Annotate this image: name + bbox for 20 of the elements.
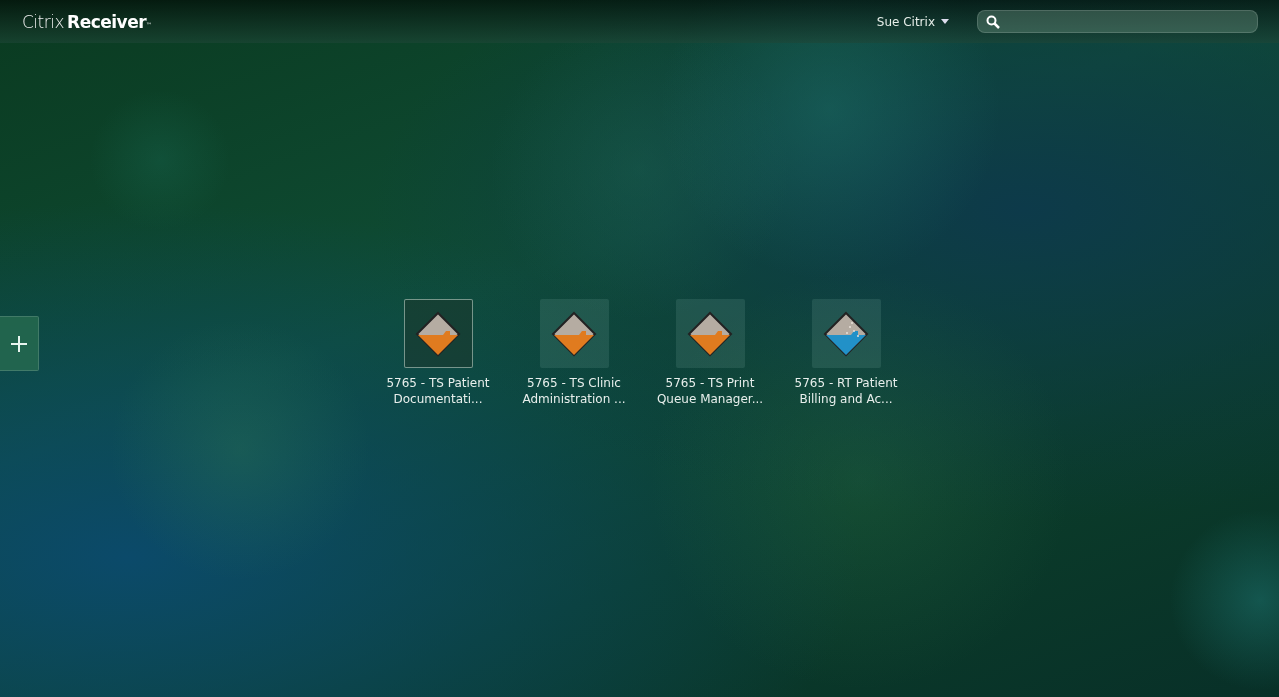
app-tile[interactable] [675, 299, 745, 368]
app-tile[interactable] [403, 299, 473, 368]
app-name[interactable]: 5765 - TS Clinic Administration ... [522, 375, 626, 407]
add-button[interactable] [0, 316, 39, 371]
logo-text: Receiver [67, 11, 147, 32]
plus-icon [11, 335, 27, 352]
app-name[interactable]: 5765 - TS Print Queue Manager... [656, 375, 764, 407]
app-icon [687, 310, 733, 357]
app-name[interactable]: 5765 - TS Patient Documentati... [386, 375, 490, 407]
app-tile[interactable] [811, 299, 881, 368]
app-icon [823, 310, 869, 357]
user-menu[interactable]: Sue Citrix [876, 14, 949, 29]
app-tile[interactable] [539, 299, 609, 368]
app-name[interactable]: 5765 - RT Patient Billing and Ac... [794, 375, 898, 407]
app-icon [551, 310, 597, 357]
caret-icon [941, 19, 949, 24]
logo-text: Citrix [22, 11, 65, 32]
app-icon [415, 310, 461, 357]
search-icon [986, 14, 1000, 29]
search-field[interactable] [977, 10, 1258, 33]
